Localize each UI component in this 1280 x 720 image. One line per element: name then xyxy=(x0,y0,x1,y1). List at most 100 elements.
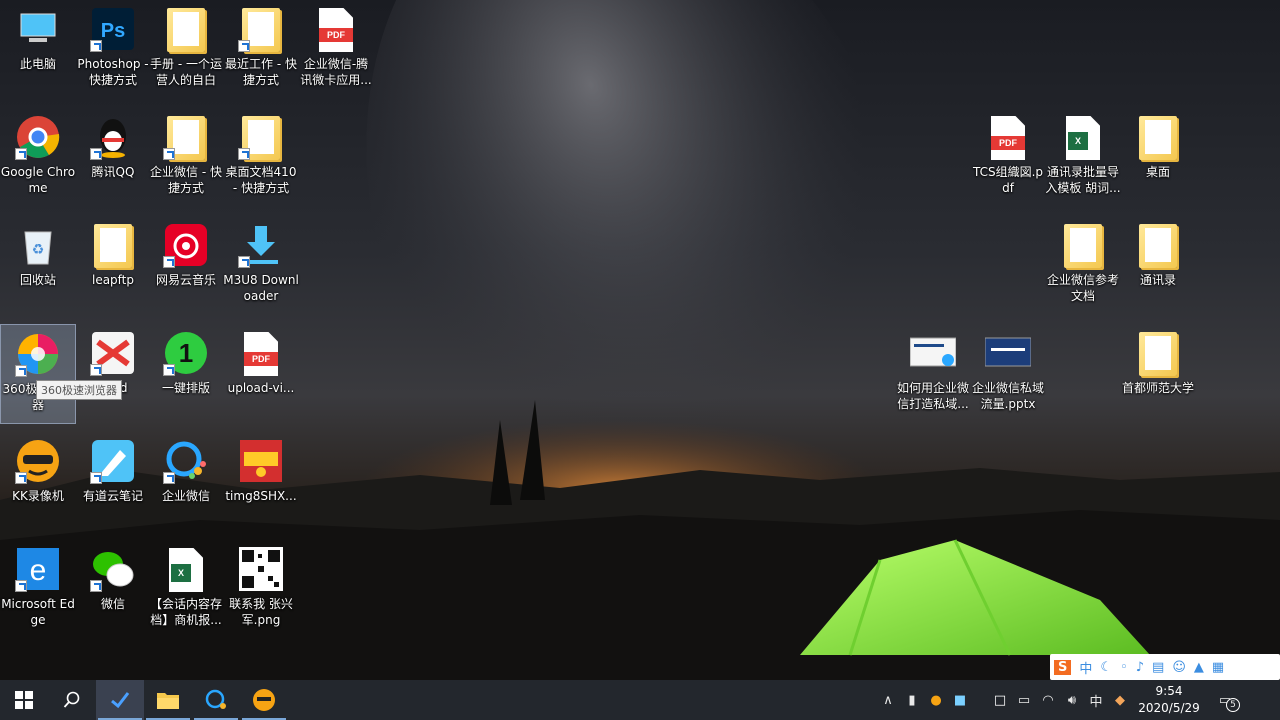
ime-indicator[interactable]: 中 xyxy=(1086,690,1106,710)
ime-toolbar[interactable]: S 中 ☾ ◦ ♪ ▤ ☺ ▲ ▦ xyxy=(1050,654,1280,680)
desktop-icon[interactable]: 企业微信 xyxy=(148,432,224,532)
desktop-icon[interactable]: e Microsoft Edge xyxy=(0,540,76,640)
desktop-icon[interactable]: Ps Photoshop - 快捷方式 xyxy=(75,0,151,100)
desktop-icon[interactable]: PDF 企业微信-腾讯微卡应用... xyxy=(298,0,374,100)
desktop-icon[interactable]: 有道云笔记 xyxy=(75,432,151,532)
ps-icon: Ps xyxy=(90,6,136,52)
desktop-icon[interactable]: 最近工作 - 快捷方式 xyxy=(223,0,299,100)
desktop-icon[interactable]: 桌面 xyxy=(1120,108,1196,208)
desktop-icon[interactable]: Google Chrome xyxy=(0,108,76,208)
cloud-sync-icon[interactable]: ■ xyxy=(950,690,970,710)
desktop-icon[interactable]: leapftp xyxy=(75,216,151,316)
usb-icon[interactable]: ▮ xyxy=(902,690,922,710)
sogou-tray-icon[interactable]: ◆ xyxy=(1110,690,1130,710)
desktop-icon[interactable]: 1 一键排版 xyxy=(148,324,224,424)
notification-center-button[interactable]: ▭ 5 xyxy=(1212,690,1240,712)
desktop-icon[interactable]: KK录像机 xyxy=(0,432,76,532)
desktop-icon[interactable]: 微信 xyxy=(75,540,151,640)
clock-time: 9:54 xyxy=(1155,684,1183,698)
desktop-icon[interactable]: 桌面文档410 - 快捷方式 xyxy=(223,108,299,208)
desktop-icon-label: 联系我 张兴军.png xyxy=(229,597,293,627)
desktop-icon[interactable]: 企业微信参考文档 xyxy=(1045,216,1121,316)
desktop-icon[interactable]: X 【会话内容存档】商机报... xyxy=(148,540,224,640)
taskbar-app-kk-recorder[interactable] xyxy=(240,680,288,720)
shortcut-arrow-icon xyxy=(163,472,175,484)
desktop-icon[interactable]: 企业微信私域流量.pptx xyxy=(970,324,1046,424)
desktop-icon[interactable]: ♻ 回收站 xyxy=(0,216,76,316)
desktop-icon[interactable]: 联系我 张兴军.png xyxy=(223,540,299,640)
kk-recorder-icon xyxy=(253,689,275,711)
folder-icon xyxy=(238,114,284,160)
toolbox-icon[interactable]: ▦ xyxy=(1212,660,1224,675)
clock[interactable]: 9:54 2020/5/29 xyxy=(1132,683,1206,717)
desktop-icon[interactable]: 腾讯QQ xyxy=(75,108,151,208)
desktop-icon-label: 企业微信参考文档 xyxy=(1046,273,1119,303)
desktop-icon-label: 通讯录批量导入模板 胡词... xyxy=(1045,165,1121,195)
qr-icon xyxy=(238,546,284,592)
wifi-icon[interactable]: ◠ xyxy=(1038,690,1058,710)
desktop-icon[interactable]: 企业微信 - 快捷方式 xyxy=(148,108,224,208)
desktop-icon[interactable]: 网易云音乐 xyxy=(148,216,224,316)
desktop-icon[interactable]: X 通讯录批量导入模板 胡词... xyxy=(1045,108,1121,208)
redpacket-icon xyxy=(238,438,284,484)
desktop-icon-label: 企业微信 - 快捷方式 xyxy=(150,165,222,195)
desktop-icon-label: Photoshop - 快捷方式 xyxy=(77,57,149,87)
ime-lang-toggle[interactable]: 中 xyxy=(1079,658,1092,677)
desktop-icon[interactable]: 手册 - 一个运营人的自白 xyxy=(148,0,224,100)
pdf-icon: PDF xyxy=(313,6,359,52)
folder-icon xyxy=(1060,222,1106,268)
shortcut-arrow-icon xyxy=(15,148,27,160)
desktop-icon-label: leapftp xyxy=(91,273,135,287)
start-button[interactable] xyxy=(0,680,48,720)
desktop-icon-label: M3U8 Downloader xyxy=(223,273,299,303)
kk-tray-icon[interactable]: ● xyxy=(926,690,946,710)
xmind-icon xyxy=(90,330,136,376)
360-icon xyxy=(15,331,61,377)
search-button[interactable] xyxy=(48,680,96,720)
desktop-icon-label: 腾讯QQ xyxy=(91,165,135,179)
desktop-icon[interactable]: 首都师范大学 xyxy=(1120,324,1196,424)
chrome-icon xyxy=(15,114,61,160)
desktop-icon[interactable]: 通讯录 xyxy=(1120,216,1196,316)
desktop-icon[interactable]: 如何用企业微信打造私域... xyxy=(895,324,971,424)
mic-icon[interactable]: ♪ xyxy=(1136,660,1144,675)
desktop-icon[interactable]: timg8SHX... xyxy=(223,432,299,532)
qq-icon xyxy=(90,114,136,160)
kk-icon xyxy=(15,438,61,484)
volume-icon[interactable]: 🔊︎ xyxy=(1062,690,1082,710)
desktop-icon-label: KK录像机 xyxy=(12,489,64,503)
desktop-icon[interactable]: 360极速浏览器 xyxy=(0,324,76,424)
wework-icon xyxy=(205,689,226,709)
desktop-icon-label: 微信 xyxy=(100,597,125,611)
folder-icon xyxy=(238,6,284,52)
chevron-up-icon[interactable]: ∧ xyxy=(878,690,898,710)
keyboard-icon[interactable]: ▤ xyxy=(1152,660,1164,675)
desktop-icon[interactable]: Mind xyxy=(75,324,151,424)
desktop-icon-label: 一键排版 xyxy=(161,381,210,395)
desktop-icon[interactable]: M3U8 Downloader xyxy=(223,216,299,316)
taskbar-app-todo[interactable] xyxy=(96,680,144,720)
tray-app-icon[interactable]: □ xyxy=(990,690,1010,710)
shortcut-arrow-icon xyxy=(238,148,250,160)
moon-icon[interactable]: ☾ xyxy=(1100,660,1112,675)
desktop-icon-label: 桌面 xyxy=(1145,165,1170,179)
shortcut-arrow-icon xyxy=(15,472,27,484)
download-icon xyxy=(238,222,284,268)
excel-icon: X xyxy=(163,546,209,592)
shortcut-arrow-icon xyxy=(163,148,175,160)
punctuation-icon[interactable]: ◦ xyxy=(1120,660,1128,675)
battery-icon[interactable]: ▭ xyxy=(1014,690,1034,710)
user-icon[interactable]: ☺ xyxy=(1172,660,1186,675)
shortcut-arrow-icon xyxy=(238,40,250,52)
taskbar-app-wework[interactable] xyxy=(192,680,240,720)
netease-icon xyxy=(163,222,209,268)
skin-icon[interactable]: ▲ xyxy=(1194,660,1204,675)
desktop-icon[interactable]: PDF TCS组織図.pdf xyxy=(970,108,1046,208)
taskbar-app-explorer[interactable] xyxy=(144,680,192,720)
desktop-icon-label: upload-vi... xyxy=(227,381,295,395)
folder-icon xyxy=(90,222,136,268)
desktop-icon[interactable]: PDF upload-vi... xyxy=(223,324,299,424)
desktop-icon[interactable]: 此电脑 xyxy=(0,0,76,100)
desktop-icon-label: 企业微信-腾讯微卡应用... xyxy=(300,57,372,87)
folder-icon xyxy=(163,114,209,160)
